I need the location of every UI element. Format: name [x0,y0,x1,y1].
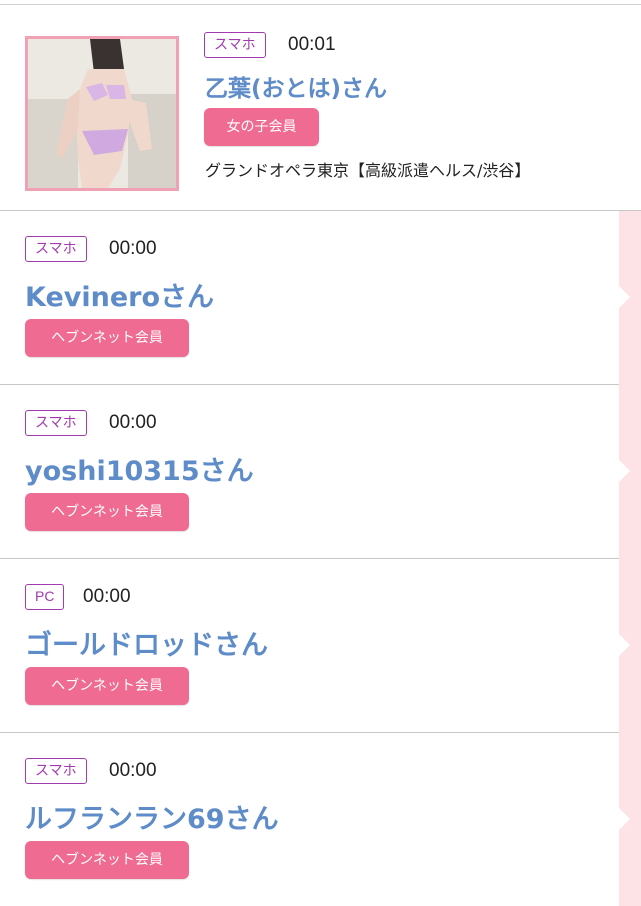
device-badge: スマホ [25,410,87,436]
access-time: 00:01 [288,34,336,55]
member-type-badge: 女の子会員 [204,108,319,146]
member-type-badge: ヘブンネット会員 [25,841,189,879]
device-badge: PC [25,584,65,610]
list-item[interactable]: スマホ 00:01 乙葉(おとは)さん 女の子会員 グランドオペラ東京【高級派遣… [0,6,641,211]
list-item[interactable]: スマホ 00:00 ルフランラン69さん ヘブンネット会員 [0,733,619,906]
member-type-badge: ヘブンネット会員 [25,319,189,357]
list-item[interactable]: PC 00:00 ゴールドロッドさん ヘブンネット会員 [0,559,619,733]
user-name-link[interactable]: ゴールドロッドさん [25,623,268,662]
top-divider [0,0,641,5]
member-type-badge: ヘブンネット会員 [25,493,189,531]
shop-name[interactable]: グランドオペラ東京【高級派遣ヘルス/渋谷】 [205,157,530,181]
profile-photo [28,39,176,188]
device-badge: スマホ [25,758,87,784]
user-name-link[interactable]: 乙葉(おとは)さん [205,69,387,103]
side-notch [619,460,630,482]
user-name-link[interactable]: yoshi10315さん [25,449,254,488]
list-item[interactable]: スマホ 00:00 Kevineroさん ヘブンネット会員 [0,211,619,385]
side-notch [619,634,630,656]
access-time: 00:00 [83,586,131,607]
access-time: 00:00 [109,760,157,781]
device-badge: スマホ [25,236,87,262]
profile-thumbnail[interactable] [25,36,179,191]
user-name-link[interactable]: Kevineroさん [25,275,214,314]
access-time: 00:00 [109,238,157,259]
side-notch [619,808,630,830]
list-item[interactable]: スマホ 00:00 yoshi10315さん ヘブンネット会員 [0,385,619,559]
user-name-link[interactable]: ルフランラン69さん [25,797,279,836]
side-notch [619,286,630,308]
access-time: 00:00 [109,412,157,433]
device-badge: スマホ [204,32,266,58]
side-decoration [619,210,641,906]
member-type-badge: ヘブンネット会員 [25,667,189,705]
